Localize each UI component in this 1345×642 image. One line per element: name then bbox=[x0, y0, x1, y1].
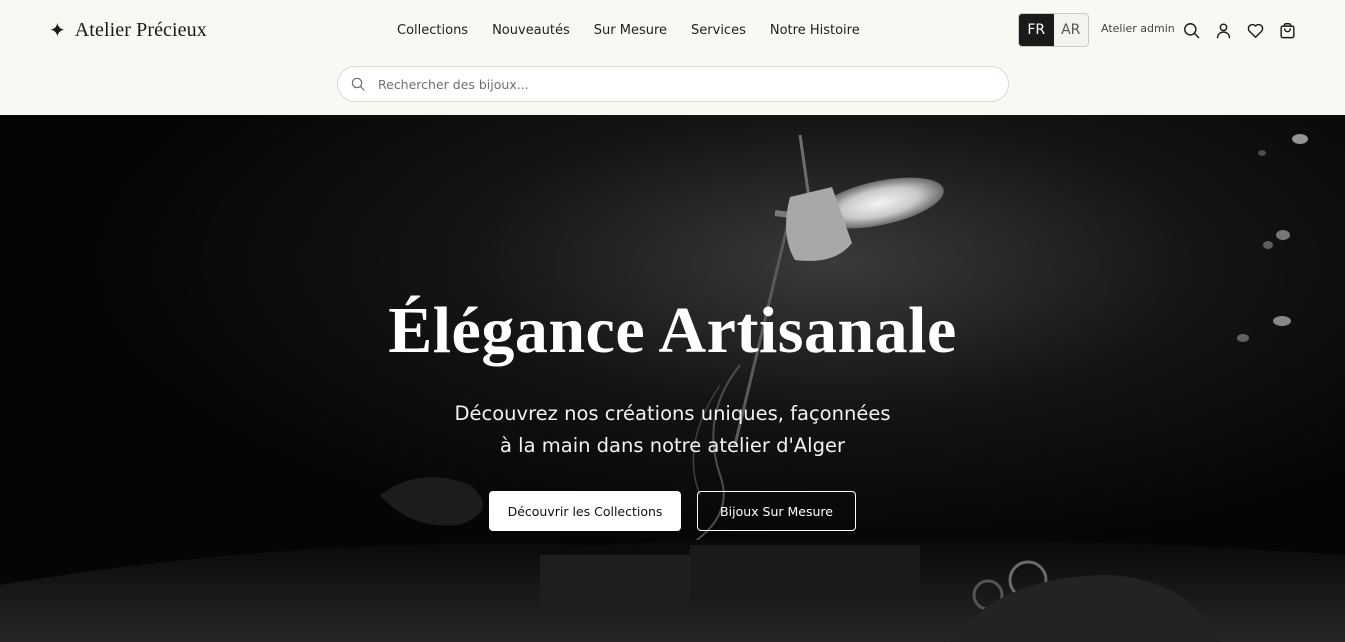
hero-subtitle: Découvrez nos créations uniques, façonné… bbox=[0, 398, 1345, 462]
search-input[interactable] bbox=[378, 76, 978, 92]
hero-title: Élégance Artisanale bbox=[388, 294, 957, 367]
cart-icon[interactable] bbox=[1276, 19, 1298, 41]
lang-fr-button[interactable]: FR bbox=[1019, 14, 1054, 46]
nav-item-services[interactable]: Services bbox=[691, 23, 746, 38]
custom-jewelry-button[interactable]: Bijoux Sur Mesure bbox=[697, 491, 856, 531]
hero-subtitle-line-2: à la main dans notre atelier d'Alger bbox=[500, 434, 845, 457]
lang-ar-button[interactable]: AR bbox=[1054, 14, 1089, 46]
heart-icon[interactable] bbox=[1244, 19, 1266, 41]
search-field-icon bbox=[351, 77, 365, 91]
site-header: ✦ Atelier Précieux Collections Nouveauté… bbox=[0, 0, 1345, 115]
nav-item-notre-histoire[interactable]: Notre Histoire bbox=[770, 23, 860, 38]
hero-subtitle-line-1: Découvrez nos créations uniques, façonné… bbox=[454, 402, 891, 425]
sparkle-icon: ✦ bbox=[49, 18, 66, 42]
user-icon[interactable] bbox=[1212, 19, 1234, 41]
search-icon[interactable] bbox=[1180, 19, 1202, 41]
discover-collections-button[interactable]: Découvrir les Collections bbox=[489, 491, 681, 531]
brand-logo[interactable]: ✦ Atelier Précieux bbox=[49, 16, 207, 44]
search-bar bbox=[337, 66, 1009, 102]
hero-background-image bbox=[0, 115, 1345, 642]
brand-name: Atelier Précieux bbox=[74, 18, 207, 41]
nav-item-collections[interactable]: Collections bbox=[397, 23, 468, 38]
nav-item-nouveautes[interactable]: Nouveautés bbox=[492, 23, 570, 38]
admin-link[interactable]: Atelier admin bbox=[1101, 22, 1175, 35]
hero-section: Élégance Artisanale Découvrez nos créati… bbox=[0, 115, 1345, 642]
nav-item-sur-mesure[interactable]: Sur Mesure bbox=[594, 23, 667, 38]
language-switcher: FR AR bbox=[1018, 13, 1089, 47]
main-nav: Collections Nouveautés Sur Mesure Servic… bbox=[397, 20, 860, 40]
